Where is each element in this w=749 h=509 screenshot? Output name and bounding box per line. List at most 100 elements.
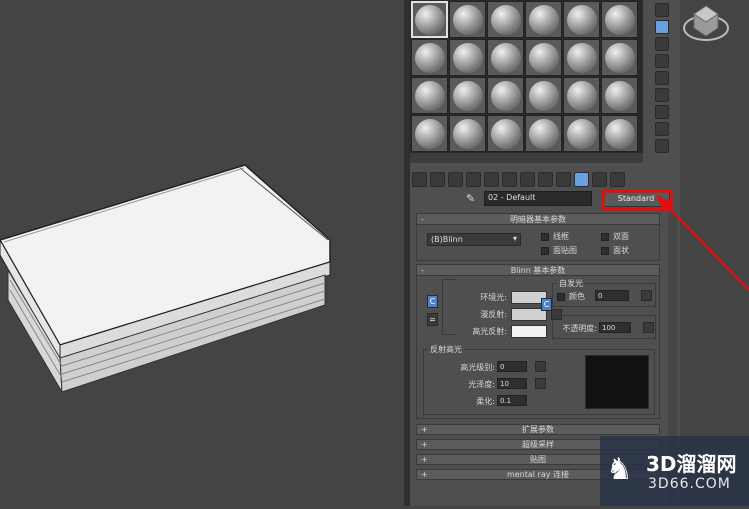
material-editor: ✎ 02 - Default Standard - 明暗器基本参数 (B)Bli… <box>410 0 680 506</box>
sample-type-icon[interactable] <box>655 3 669 17</box>
material-slot[interactable] <box>525 115 562 152</box>
shader-dropdown[interactable]: (B)Blinn ▾ <box>427 233 521 246</box>
opacity-spinner[interactable]: 100 <box>599 322 631 333</box>
video-color-check-icon[interactable] <box>655 71 669 85</box>
material-name-field[interactable]: 02 - Default <box>484 191 592 206</box>
material-slot[interactable] <box>411 77 448 114</box>
material-slot[interactable] <box>487 77 524 114</box>
specular-level-map-button[interactable] <box>535 361 546 372</box>
material-sphere-preview <box>566 80 597 111</box>
lock-ambient-diffuse-button[interactable]: C <box>427 295 438 308</box>
assign-to-selection-icon[interactable] <box>448 171 463 187</box>
opacity-map-button[interactable] <box>643 322 654 333</box>
material-slot[interactable] <box>449 115 486 152</box>
rollout-title: 明暗器基本参数 <box>510 215 566 224</box>
material-slot[interactable] <box>487 115 524 152</box>
standard-button-highlight <box>602 190 673 211</box>
material-sphere-preview <box>528 118 559 149</box>
select-by-material-icon[interactable] <box>655 122 669 136</box>
highlight-curve-graph <box>585 355 649 409</box>
glossiness-map-button[interactable] <box>535 378 546 389</box>
material-sphere-preview <box>490 42 521 73</box>
material-slot[interactable] <box>449 1 486 38</box>
material-slot[interactable] <box>525 1 562 38</box>
get-material-icon[interactable] <box>412 171 427 187</box>
material-slot[interactable] <box>487 1 524 38</box>
material-slot[interactable] <box>601 77 638 114</box>
soften-label: 柔化: <box>476 397 495 406</box>
material-sphere-preview <box>490 80 521 111</box>
glossiness-label: 光泽度: <box>468 380 495 389</box>
material-sphere-preview <box>528 80 559 111</box>
material-slot[interactable] <box>525 77 562 114</box>
reset-map-icon[interactable] <box>466 171 481 187</box>
slot-scrollbar[interactable] <box>410 153 643 163</box>
pick-material-icon[interactable] <box>610 171 625 187</box>
viewcube[interactable] <box>680 0 749 50</box>
material-slot[interactable] <box>449 77 486 114</box>
material-slot[interactable] <box>563 1 600 38</box>
material-sphere-preview <box>604 118 635 149</box>
blinn-basic-rollout: - Blinn 基本参数 C = 环境光: 漫反射: 高光反射: C 自发光 颜… <box>416 264 660 419</box>
specular-level-spinner[interactable]: 0 <box>497 361 527 372</box>
material-slot[interactable] <box>563 77 600 114</box>
material-slot[interactable] <box>601 39 638 76</box>
material-slot[interactable] <box>601 1 638 38</box>
put-to-library-icon[interactable] <box>502 171 517 187</box>
face-map-checkbox[interactable]: 面贴图 <box>541 245 577 256</box>
make-unique-icon[interactable] <box>484 171 499 187</box>
rollout-header[interactable]: - 明暗器基本参数 <box>417 214 659 225</box>
rollout-title: Blinn 基本参数 <box>510 266 566 275</box>
glossiness-spinner[interactable]: 10 <box>497 378 527 389</box>
self-illum-map-button[interactable] <box>641 290 652 301</box>
two-sided-checkbox[interactable]: 双面 <box>601 231 629 242</box>
material-sphere-preview <box>452 80 483 111</box>
uv-tiling-icon[interactable] <box>655 54 669 68</box>
specular-level-label: 高光级别: <box>460 363 495 372</box>
material-slot[interactable] <box>601 115 638 152</box>
material-sphere-preview <box>414 118 445 149</box>
options-icon[interactable] <box>655 105 669 119</box>
chevron-down-icon: ▾ <box>512 234 517 243</box>
soften-spinner[interactable]: 0.1 <box>497 395 527 406</box>
background-icon[interactable] <box>655 37 669 51</box>
material-navigator-icon[interactable] <box>655 139 669 153</box>
wire-checkbox[interactable]: 线框 <box>541 231 569 242</box>
faceted-checkbox[interactable]: 面状 <box>601 245 629 256</box>
material-sphere-preview <box>604 80 635 111</box>
material-sphere-preview <box>452 42 483 73</box>
make-preview-icon[interactable] <box>655 88 669 102</box>
specular-label: 高光反射: <box>472 327 507 336</box>
material-id-icon[interactable] <box>520 171 535 187</box>
material-sphere-preview <box>414 80 445 111</box>
extended-parameters-rollout[interactable]: + 扩展参数 <box>416 424 660 435</box>
material-sphere-preview <box>452 118 483 149</box>
backlight-icon[interactable] <box>655 20 669 34</box>
show-end-result-icon[interactable] <box>556 171 571 187</box>
lock-diffuse-map-button[interactable]: C <box>541 298 552 311</box>
self-illum-color-checkbox[interactable]: 颜色 <box>557 291 585 302</box>
material-slot[interactable] <box>411 1 448 38</box>
material-sphere-preview <box>528 4 559 35</box>
viewcube-icon <box>683 5 729 41</box>
material-sphere-preview <box>566 4 597 35</box>
material-slot[interactable] <box>525 39 562 76</box>
material-slot[interactable] <box>563 115 600 152</box>
rollout-header[interactable]: - Blinn 基本参数 <box>417 265 659 276</box>
material-slot[interactable] <box>563 39 600 76</box>
material-slot[interactable] <box>449 39 486 76</box>
material-slot[interactable] <box>487 39 524 76</box>
lock-diffuse-specular-button[interactable]: = <box>427 313 438 326</box>
material-sphere-preview <box>528 42 559 73</box>
viewport[interactable] <box>0 0 404 506</box>
specular-color-swatch[interactable] <box>511 325 547 338</box>
go-to-parent-icon[interactable] <box>574 171 589 187</box>
show-map-icon[interactable] <box>538 171 553 187</box>
self-illum-spinner[interactable]: 0 <box>595 290 629 301</box>
put-to-scene-icon[interactable] <box>430 171 445 187</box>
material-slot[interactable] <box>411 115 448 152</box>
eyedropper-icon[interactable]: ✎ <box>466 192 480 206</box>
go-forward-icon[interactable] <box>592 171 607 187</box>
material-sphere-preview <box>452 4 483 35</box>
material-slot[interactable] <box>411 39 448 76</box>
